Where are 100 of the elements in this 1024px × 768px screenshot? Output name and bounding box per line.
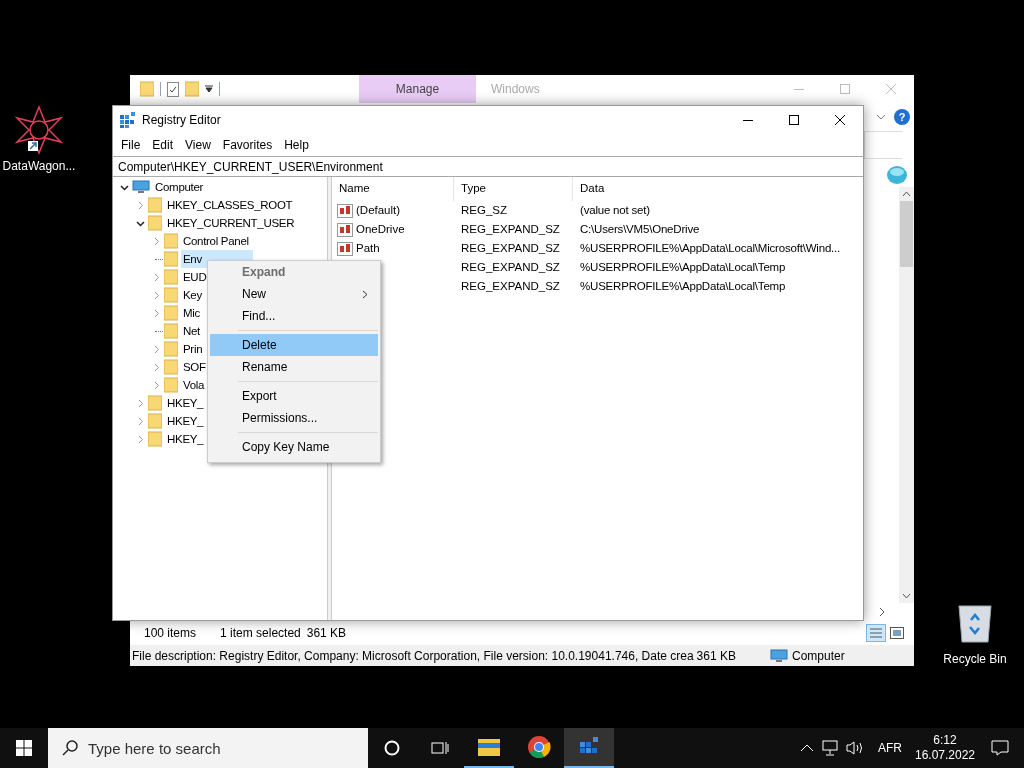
chevron-down-icon[interactable]	[876, 113, 886, 121]
folder-icon	[148, 197, 162, 213]
value-type: REG_EXPAND_SZ	[460, 259, 561, 275]
desktop-icon-label[interactable]: DataWagon...	[2, 157, 76, 175]
value-data: %USERPROFILE%\AppData\Local\Microsoft\Wind...	[579, 240, 841, 256]
chrome-icon	[527, 735, 551, 759]
item-count: 100 items	[144, 624, 197, 642]
menu-item[interactable]: Favorites	[216, 136, 279, 154]
selection-count: 1 item selected	[220, 624, 301, 642]
context-menu-item[interactable]: Find...	[210, 305, 378, 327]
date: 16.07.2022	[914, 748, 976, 763]
folder-icon	[148, 215, 162, 231]
windows-start-icon[interactable]	[16, 740, 32, 756]
value-name[interactable]: OneDrive	[356, 220, 405, 239]
tree-item[interactable]: HKEY_CURRENT_USER	[165, 214, 297, 232]
tree-item[interactable]: HKEY_CLASSES_ROOT	[165, 196, 295, 214]
language-indicator[interactable]: AFR	[878, 739, 902, 757]
tree-item[interactable]: HKEY_	[165, 394, 206, 412]
context-menu-item[interactable]: Rename	[210, 356, 378, 378]
location-label: Computer	[792, 647, 845, 665]
context-menu-item[interactable]: Delete	[210, 334, 378, 356]
folder-icon	[164, 341, 178, 357]
value-name[interactable]: (Default)	[356, 201, 401, 220]
menu-item[interactable]: Edit	[146, 136, 180, 154]
folder-icon	[148, 395, 162, 411]
properties-icon[interactable]	[167, 81, 179, 97]
computer-icon	[132, 180, 150, 194]
folder-icon	[477, 737, 501, 757]
desktop-icon-label[interactable]: Recycle Bin	[943, 650, 1007, 668]
app-icon[interactable]	[14, 105, 64, 155]
value-name[interactable]: Path	[356, 239, 380, 258]
ribbon-tab[interactable]: Manage	[359, 75, 476, 103]
string-value-icon	[337, 203, 353, 218]
notification-icon[interactable]	[991, 740, 1009, 756]
folder-icon	[164, 287, 178, 303]
time: 6:12	[933, 733, 957, 748]
network-icon[interactable]	[822, 740, 840, 756]
folder-icon	[164, 251, 178, 267]
tree-item[interactable]: Control Panel	[181, 232, 251, 250]
tree-connector	[155, 258, 163, 260]
clock[interactable]: 6:12 16.07.2022	[914, 733, 976, 763]
chevron-up-icon[interactable]	[800, 744, 814, 752]
tree-item[interactable]: SOF	[181, 358, 208, 376]
tree-item[interactable]: Key	[181, 286, 204, 304]
menu-item[interactable]: Help	[278, 136, 315, 154]
column-header[interactable]: Data	[573, 177, 863, 201]
tree-item[interactable]: HKEY_	[165, 412, 206, 430]
context-menu-item[interactable]: Copy Key Name	[210, 436, 378, 458]
expanded-chevron-icon[interactable]	[119, 182, 129, 192]
scroll-right-icon[interactable]	[878, 606, 886, 617]
scrollbar[interactable]	[899, 187, 914, 603]
column-header[interactable]: Name	[332, 177, 454, 201]
context-menu-item[interactable]: New	[210, 283, 378, 305]
selection-size: 361 KB	[306, 624, 347, 642]
taskbar-search-field[interactable]: Type here to search	[48, 728, 368, 768]
tree-item[interactable]: HKEY_	[165, 430, 206, 448]
dropdown-icon[interactable]	[205, 85, 213, 93]
scrollbar-thumb[interactable]	[900, 201, 913, 267]
folder-icon	[164, 377, 178, 393]
folder-icon	[164, 233, 178, 249]
file-size: 361 KB	[696, 647, 736, 665]
menu-item[interactable]: File	[115, 136, 147, 154]
string-value-icon	[337, 241, 353, 256]
window-title: Registry Editor	[142, 112, 221, 129]
search-icon	[62, 740, 78, 756]
help-button[interactable]: ?	[894, 109, 910, 125]
value-type: REG_EXPAND_SZ	[460, 221, 561, 237]
context-menu-item[interactable]: Export	[210, 385, 378, 407]
cortana-icon[interactable]	[384, 740, 400, 756]
folder-icon	[148, 431, 162, 447]
value-data: %USERPROFILE%\AppData\Local\Temp	[579, 278, 786, 294]
folder-icon	[148, 413, 162, 429]
value-data: %USERPROFILE%\AppData\Local\Temp	[579, 259, 786, 275]
string-value-icon	[337, 222, 353, 237]
column-header[interactable]: Type	[454, 177, 573, 201]
value-type: REG_SZ	[460, 202, 508, 218]
menu-item[interactable]: View	[179, 136, 217, 154]
value-data: (value not set)	[579, 202, 650, 218]
folder-icon	[164, 269, 178, 285]
tree-item[interactable]: Net	[181, 322, 202, 340]
folder-icon	[164, 359, 178, 375]
expanded-chevron-icon[interactable]	[135, 218, 145, 228]
address-field[interactable]: Computer\HKEY_CURRENT_USER\Environment	[113, 156, 863, 177]
value-data: C:\Users\VM5\OneDrive	[579, 221, 700, 237]
tree-item[interactable]: Vola	[181, 376, 207, 394]
registry-icon	[120, 112, 136, 128]
task-view-icon[interactable]	[431, 740, 449, 756]
folder-icon	[164, 305, 178, 321]
folder-icon	[185, 81, 199, 97]
file-description: File description: Registry Editor, Company: Microsoft Corporation, File version: 10.0.19041.746, Date crea	[132, 647, 694, 665]
tree-item[interactable]: Prin	[181, 340, 205, 358]
tree-item[interactable]: Computer	[153, 178, 206, 196]
tree-item[interactable]: Mic	[181, 304, 202, 322]
taskbar-app[interactable]	[564, 728, 614, 768]
tree-connector	[155, 330, 163, 332]
preview-view-icon[interactable]	[890, 626, 904, 639]
folder-icon	[140, 81, 154, 97]
tree-item[interactable]: EUD	[181, 268, 209, 286]
window-title: Windows	[491, 81, 540, 98]
context-menu-item[interactable]: Permissions...	[210, 407, 378, 429]
